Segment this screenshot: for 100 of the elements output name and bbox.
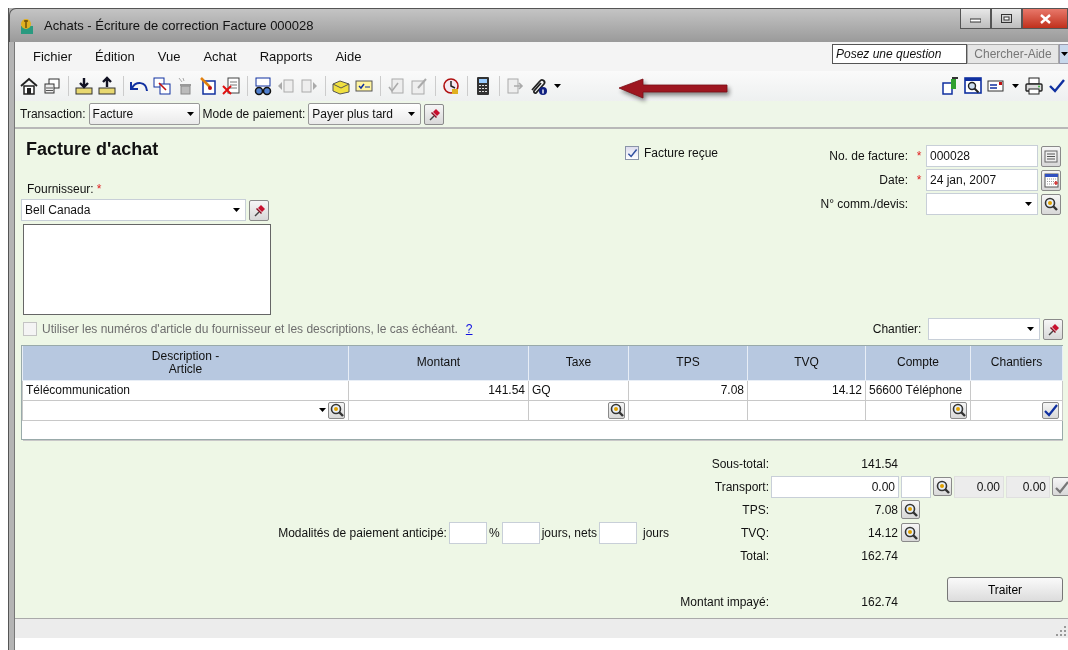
pin-button[interactable] bbox=[424, 103, 445, 125]
screen-search-icon bbox=[962, 76, 983, 96]
column-header: TVQ bbox=[747, 346, 866, 380]
payment-dropdown[interactable]: Payer plus tard bbox=[308, 103, 422, 125]
check-button[interactable] bbox=[1052, 477, 1068, 496]
money-bag-icon bbox=[18, 16, 36, 35]
transport-tps-field[interactable]: 0.00 bbox=[954, 475, 1004, 498]
date-field[interactable]: 24 jan, 2007 bbox=[926, 169, 1038, 191]
menu-item[interactable]: Édition bbox=[89, 49, 141, 64]
search-icon bbox=[903, 525, 918, 540]
edit-document-icon bbox=[408, 76, 429, 96]
menu-item[interactable]: Rapports bbox=[253, 49, 319, 64]
field-label: Chantier: bbox=[871, 322, 923, 336]
caret-icon bbox=[1060, 52, 1068, 56]
table-cell: GQ bbox=[528, 380, 629, 400]
total-label: Total: bbox=[739, 548, 770, 563]
search-icon bbox=[951, 403, 966, 417]
field-label: Date: bbox=[878, 173, 909, 187]
search-button[interactable] bbox=[933, 477, 952, 496]
checkbox-label: Facture reçue bbox=[644, 146, 719, 160]
total-value: 7.08 bbox=[873, 502, 899, 517]
field-label: jours bbox=[643, 525, 669, 540]
pin-button[interactable] bbox=[249, 199, 269, 221]
column-header: Description - Article bbox=[22, 346, 349, 380]
supplier-dropdown[interactable]: Bell Canada bbox=[21, 199, 246, 221]
clock-icon bbox=[440, 76, 461, 96]
list-icon bbox=[1044, 149, 1058, 163]
field-label: N° comm./devis: bbox=[819, 197, 909, 211]
search-button[interactable] bbox=[608, 401, 625, 419]
required-mark: * bbox=[915, 149, 923, 163]
menu-item[interactable]: Achat bbox=[197, 49, 243, 64]
search-button[interactable] bbox=[950, 401, 967, 419]
address-field[interactable] bbox=[23, 224, 271, 315]
field-label: % bbox=[488, 525, 500, 540]
required-mark: * bbox=[96, 182, 102, 196]
delete-document-icon bbox=[220, 76, 241, 96]
pushpin-icon bbox=[427, 107, 442, 121]
column-header: Compte bbox=[865, 346, 971, 380]
printer-icon bbox=[1023, 76, 1044, 96]
transport-tvq-field[interactable]: 0.00 bbox=[1006, 475, 1050, 498]
tax-code-field[interactable] bbox=[901, 475, 931, 498]
table-cell: Télécommunication bbox=[22, 380, 349, 400]
field-label: Mode de paiement: bbox=[202, 107, 306, 121]
search-icon bbox=[935, 479, 950, 494]
help-dropdown-button[interactable] bbox=[1059, 44, 1068, 64]
close-button[interactable] bbox=[1022, 9, 1068, 29]
tray-down-icon bbox=[73, 76, 94, 96]
search-icon bbox=[609, 403, 624, 417]
search-button[interactable] bbox=[1041, 193, 1061, 215]
field-label: Modalités de paiement anticipé: bbox=[278, 525, 447, 540]
transport-field[interactable]: 0.00 bbox=[771, 475, 899, 498]
menu-item[interactable]: Vue bbox=[151, 49, 187, 64]
form-title: Facture d'achat bbox=[26, 139, 160, 159]
total-value: 14.12 bbox=[866, 525, 899, 540]
search-button[interactable] bbox=[901, 523, 920, 542]
job-check-button[interactable] bbox=[1042, 401, 1059, 419]
search-icon bbox=[903, 502, 918, 517]
caret-icon bbox=[233, 208, 240, 212]
table-cell: 14.12 bbox=[747, 380, 866, 400]
toolbar-button[interactable] bbox=[96, 74, 117, 98]
process-button[interactable]: Traiter bbox=[947, 577, 1063, 602]
number-list-button[interactable] bbox=[1041, 145, 1061, 167]
toolbar-button[interactable] bbox=[1023, 74, 1044, 98]
discount-percent-field[interactable] bbox=[448, 521, 487, 544]
total-label: Sous-total: bbox=[710, 456, 770, 471]
caret-icon bbox=[1025, 202, 1032, 206]
column-header: TPS bbox=[628, 346, 748, 380]
net-days-field[interactable] bbox=[599, 521, 637, 544]
invoice-number-field[interactable]: 000028 bbox=[926, 145, 1038, 167]
maximize-button[interactable] bbox=[991, 9, 1022, 29]
pencil-document-icon bbox=[197, 76, 218, 96]
transaction-dropdown[interactable]: Facture bbox=[88, 103, 200, 125]
table-cell: 141.54 bbox=[348, 380, 529, 400]
pin-button[interactable] bbox=[1043, 318, 1063, 340]
search-button[interactable] bbox=[328, 401, 345, 419]
menu-item[interactable]: Fichier bbox=[27, 49, 78, 64]
checkbox-label: Utiliser les numéros d'article du fournisseur et les descriptions, le cas échéant. bbox=[42, 322, 458, 336]
menu-item[interactable]: Aide bbox=[329, 49, 368, 64]
undo-icon bbox=[129, 80, 148, 92]
help-search-button[interactable]: Chercher-Aide bbox=[967, 44, 1059, 64]
minimize-button[interactable] bbox=[960, 9, 991, 29]
pushpin-icon bbox=[252, 203, 266, 217]
check-icon bbox=[626, 148, 638, 158]
next-icon bbox=[298, 76, 319, 96]
search-icon bbox=[1044, 197, 1058, 211]
column-header: Montant bbox=[348, 346, 529, 380]
close-icon bbox=[1039, 13, 1051, 24]
discount-days-field[interactable] bbox=[501, 521, 540, 544]
calendar-button[interactable] bbox=[1041, 169, 1061, 191]
pushpin-icon bbox=[1046, 322, 1060, 336]
toolbar-button[interactable] bbox=[252, 74, 273, 98]
column-header: Chantiers bbox=[970, 346, 1063, 380]
checkbox[interactable] bbox=[625, 146, 639, 160]
search-icon bbox=[329, 403, 344, 417]
tray-up-icon bbox=[96, 76, 117, 96]
field-label: Transaction: bbox=[20, 107, 86, 121]
total-label: TPS: bbox=[741, 502, 770, 517]
window-arrow-icon bbox=[151, 76, 172, 96]
search-button[interactable] bbox=[901, 500, 920, 519]
question-field[interactable]: Posez une question bbox=[832, 44, 967, 64]
